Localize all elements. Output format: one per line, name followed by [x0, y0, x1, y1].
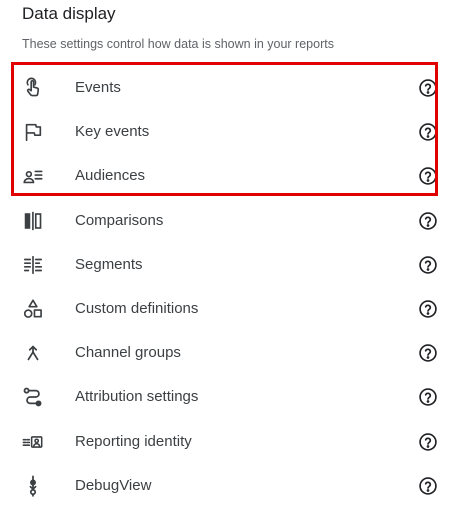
- list-item-events[interactable]: Events: [0, 66, 451, 110]
- list-item-attribution-settings[interactable]: Attribution settings: [0, 375, 451, 419]
- list-item-key-events[interactable]: Key events: [0, 110, 451, 154]
- touch-icon: [22, 77, 44, 99]
- list-item-channel-groups[interactable]: Channel groups: [0, 331, 451, 375]
- route-icon: [22, 386, 44, 408]
- list-item-label: Reporting identity: [75, 432, 192, 450]
- list-item-reporting-identity[interactable]: Reporting identity: [0, 420, 451, 464]
- merge-icon: [22, 342, 44, 364]
- debug-icon: [22, 475, 44, 497]
- identity-icon: [22, 431, 44, 453]
- list-item-label: Segments: [75, 255, 143, 273]
- list-item-audiences[interactable]: Audiences: [0, 154, 451, 198]
- list-item-label: Attribution settings: [75, 388, 199, 406]
- list-item-label: Comparisons: [75, 211, 164, 229]
- list-item-label: Events: [75, 79, 121, 97]
- help-icon[interactable]: [418, 211, 438, 231]
- audience-icon: [22, 165, 44, 187]
- comparisons-icon: [22, 210, 44, 232]
- help-icon[interactable]: [418, 122, 438, 142]
- help-icon[interactable]: [418, 78, 438, 98]
- help-icon[interactable]: [418, 166, 438, 186]
- help-icon[interactable]: [418, 476, 438, 496]
- flag-icon: [22, 121, 44, 143]
- list-item-debugview[interactable]: DebugView: [0, 464, 451, 508]
- list-item-label: Key events: [75, 123, 150, 141]
- list-item-custom-definitions[interactable]: Custom definitions: [0, 287, 451, 331]
- help-icon[interactable]: [418, 387, 438, 407]
- list-item-label: Audiences: [75, 167, 146, 185]
- help-icon[interactable]: [418, 255, 438, 275]
- data-display-list: Events Key events Audiences Comparisons …: [0, 66, 451, 508]
- list-item-label: Channel groups: [75, 344, 181, 362]
- segments-icon: [22, 254, 44, 276]
- list-item-comparisons[interactable]: Comparisons: [0, 199, 451, 243]
- section-title: Data display: [22, 4, 116, 23]
- shapes-icon: [22, 298, 44, 320]
- help-icon[interactable]: [418, 432, 438, 452]
- list-item-label: DebugView: [75, 476, 152, 494]
- list-item-segments[interactable]: Segments: [0, 243, 451, 287]
- list-item-label: Custom definitions: [75, 300, 199, 318]
- section-subtitle: These settings control how data is shown…: [22, 37, 334, 51]
- help-icon[interactable]: [418, 299, 438, 319]
- help-icon[interactable]: [418, 343, 438, 363]
